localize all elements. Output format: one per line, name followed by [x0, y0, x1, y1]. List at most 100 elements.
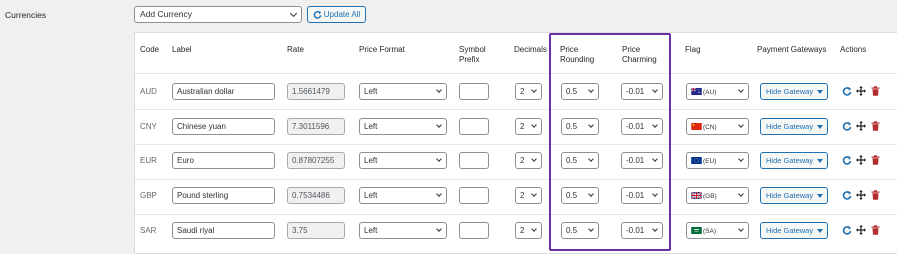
chevron-down-icon	[738, 122, 744, 128]
caret-down-icon	[817, 229, 823, 233]
hide-gateway-button[interactable]: Hide Gateway	[760, 152, 828, 169]
price-charming-select[interactable]: -0.01	[621, 222, 663, 239]
refresh-icon[interactable]	[842, 121, 852, 134]
chevron-down-icon	[531, 122, 537, 128]
price-format-value: Left	[364, 87, 378, 96]
price-format-value: Left	[364, 191, 378, 200]
label-input[interactable]: Australian dollar	[172, 83, 275, 100]
trash-icon[interactable]	[871, 121, 880, 134]
add-currency-select[interactable]: Add Currency	[134, 6, 302, 23]
price-rounding-select[interactable]: 0.5	[561, 83, 599, 100]
currency-code: EUR	[140, 156, 157, 165]
trash-icon[interactable]	[871, 225, 880, 238]
chevron-down-icon	[588, 191, 594, 197]
chevron-down-icon	[436, 191, 442, 197]
rate-input[interactable]: 0.87807255	[287, 152, 345, 169]
price-charming-select[interactable]: -0.01	[621, 83, 663, 100]
header-decimals: Decimals	[514, 45, 547, 54]
trash-icon[interactable]	[871, 155, 880, 168]
flag-select[interactable]: (GB)	[686, 187, 749, 204]
hide-gateway-button[interactable]: Hide Gateway	[760, 222, 828, 239]
header-rate: Rate	[287, 45, 304, 54]
hide-gateway-label: Hide Gateway	[766, 191, 814, 200]
hide-gateway-button[interactable]: Hide Gateway	[760, 187, 828, 204]
move-icon[interactable]	[856, 155, 866, 168]
decimals-select[interactable]: 2	[515, 222, 542, 239]
flag-select[interactable]: (AU)	[686, 83, 749, 100]
header-symbol-prefix-line2: Prefix	[459, 55, 480, 64]
flag-select[interactable]: (EU)	[686, 152, 749, 169]
refresh-icon[interactable]	[842, 86, 852, 99]
price-rounding-select[interactable]: 0.5	[561, 118, 599, 135]
decimals-select[interactable]: 2	[515, 187, 542, 204]
row-divider	[135, 179, 897, 180]
flag-icon	[691, 191, 703, 200]
header-price-rounding-line2: Rounding	[560, 55, 595, 64]
refresh-icon	[313, 10, 322, 19]
label-input[interactable]: Euro	[172, 152, 275, 169]
flag-select[interactable]: (SA)	[686, 222, 749, 239]
chevron-down-icon	[652, 156, 658, 162]
caret-down-icon	[817, 90, 823, 94]
hide-gateway-button[interactable]: Hide Gateway	[760, 83, 828, 100]
price-charming-select[interactable]: -0.01	[621, 118, 663, 135]
price-format-select[interactable]: Left	[359, 187, 447, 204]
update-all-button[interactable]: Update All	[307, 6, 366, 23]
move-icon[interactable]	[856, 121, 866, 134]
rate-input[interactable]: 3.75	[287, 222, 345, 239]
caret-down-icon	[817, 159, 823, 163]
rate-input[interactable]: 7.3011596	[287, 118, 345, 135]
row-divider	[135, 214, 897, 215]
hide-gateway-button[interactable]: Hide Gateway	[760, 118, 828, 135]
header-price-rounding-line1: Price	[560, 45, 579, 54]
flag-code: (EU)	[703, 158, 717, 165]
header-actions: Actions	[840, 45, 867, 54]
price-charming-value: -0.01	[626, 191, 645, 200]
chevron-down-icon	[436, 156, 442, 162]
refresh-icon[interactable]	[842, 155, 852, 168]
chevron-down-icon	[531, 191, 537, 197]
symbol-prefix-input[interactable]	[459, 187, 489, 204]
price-charming-value: -0.01	[626, 226, 645, 235]
price-format-select[interactable]: Left	[359, 118, 447, 135]
price-rounding-select[interactable]: 0.5	[561, 187, 599, 204]
trash-icon[interactable]	[871, 86, 880, 99]
symbol-prefix-input[interactable]	[459, 83, 489, 100]
price-charming-select[interactable]: -0.01	[621, 187, 663, 204]
add-currency-value: Add Currency	[140, 9, 192, 19]
currency-code: GBP	[140, 191, 157, 200]
rate-input[interactable]: 1.5661479	[287, 83, 345, 100]
move-icon[interactable]	[856, 190, 866, 203]
label-input[interactable]: Saudi riyal	[172, 222, 275, 239]
price-format-select[interactable]: Left	[359, 152, 447, 169]
price-charming-value: -0.01	[626, 122, 645, 131]
decimals-select[interactable]: 2	[515, 83, 542, 100]
refresh-icon[interactable]	[842, 190, 852, 203]
rate-input[interactable]: 0.7534486	[287, 187, 345, 204]
price-format-select[interactable]: Left	[359, 222, 447, 239]
chevron-down-icon	[588, 226, 594, 232]
trash-icon[interactable]	[871, 190, 880, 203]
flag-code: (CN)	[703, 124, 717, 131]
move-icon[interactable]	[856, 225, 866, 238]
move-icon[interactable]	[856, 86, 866, 99]
price-rounding-select[interactable]: 0.5	[561, 222, 599, 239]
decimals-select[interactable]: 2	[515, 118, 542, 135]
decimals-value: 2	[520, 87, 525, 96]
symbol-prefix-input[interactable]	[459, 118, 489, 135]
header-price-format: Price Format	[359, 45, 405, 54]
decimals-select[interactable]: 2	[515, 152, 542, 169]
refresh-icon[interactable]	[842, 225, 852, 238]
symbol-prefix-input[interactable]	[459, 222, 489, 239]
price-charming-select[interactable]: -0.01	[621, 152, 663, 169]
chevron-down-icon	[652, 87, 658, 93]
flag-select[interactable]: (CN)	[686, 118, 749, 135]
price-format-select[interactable]: Left	[359, 83, 447, 100]
price-rounding-select[interactable]: 0.5	[561, 152, 599, 169]
symbol-prefix-input[interactable]	[459, 152, 489, 169]
chevron-down-icon	[436, 87, 442, 93]
label-input[interactable]: Pound sterling	[172, 187, 275, 204]
label-input[interactable]: Chinese yuan	[172, 118, 275, 135]
chevron-down-icon	[531, 87, 537, 93]
row-divider	[135, 144, 897, 145]
